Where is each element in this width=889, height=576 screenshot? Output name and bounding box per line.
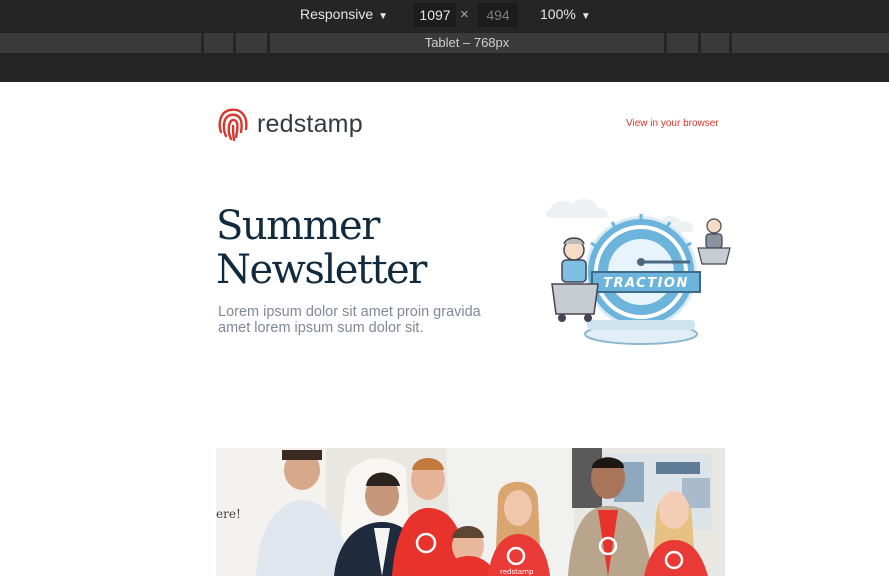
hero-subtitle: Lorem ipsum dolor sit amet proin gravida… xyxy=(218,304,481,336)
page-title: Summer Newsletter xyxy=(216,203,427,293)
breakpoint-segment-tablet[interactable]: Tablet – 768px xyxy=(270,33,664,53)
breakpoint-segment-mobile-m[interactable] xyxy=(204,33,233,53)
toolbar-top-row: Responsive ▼ 1097 × 494 100% ▼ xyxy=(0,0,889,32)
page-title-line-1: Summer xyxy=(216,203,380,249)
backdrop-sign-text: ere! xyxy=(216,507,241,521)
zoom-dropdown[interactable]: 100% ▼ xyxy=(540,6,591,22)
device-dropdown[interactable]: Responsive ▼ xyxy=(300,6,388,22)
brand-logo[interactable]: redstamp xyxy=(217,105,363,143)
page-title-line-2: Newsletter xyxy=(216,247,427,293)
width-input[interactable]: 1097 xyxy=(414,3,456,27)
breakpoint-segment-mobile-l[interactable] xyxy=(236,33,267,53)
view-in-browser-link[interactable]: View in your browser xyxy=(626,118,719,129)
shirt-logo-text: redstamp xyxy=(500,568,534,576)
brand-name: redstamp xyxy=(257,109,363,138)
devtools-toolbar: Responsive ▼ 1097 × 494 100% ▼ Tablet – 76… xyxy=(0,0,889,82)
traction-banner-text: TRACTION xyxy=(603,276,689,291)
chevron-down-icon: ▼ xyxy=(580,11,591,22)
fingerprint-logo-icon xyxy=(218,108,248,142)
zoom-label: 100% xyxy=(540,6,576,22)
height-input[interactable]: 494 xyxy=(478,3,518,27)
breakpoint-segment-mobile-l-right[interactable] xyxy=(667,33,698,53)
device-label: Responsive xyxy=(300,6,374,22)
team-photo: ere! redstamp xyxy=(216,448,725,576)
breakpoint-segment-mobile-s-right[interactable] xyxy=(732,33,889,53)
traction-illustration: TRACTION xyxy=(545,199,731,345)
chevron-down-icon: ▼ xyxy=(378,11,389,22)
dimension-separator-icon: × xyxy=(460,6,469,23)
breakpoint-segment-mobile-s[interactable] xyxy=(0,33,201,53)
breakpoint-bar: Tablet – 768px xyxy=(0,33,889,54)
breakpoint-segment-mobile-m-right[interactable] xyxy=(701,33,729,53)
